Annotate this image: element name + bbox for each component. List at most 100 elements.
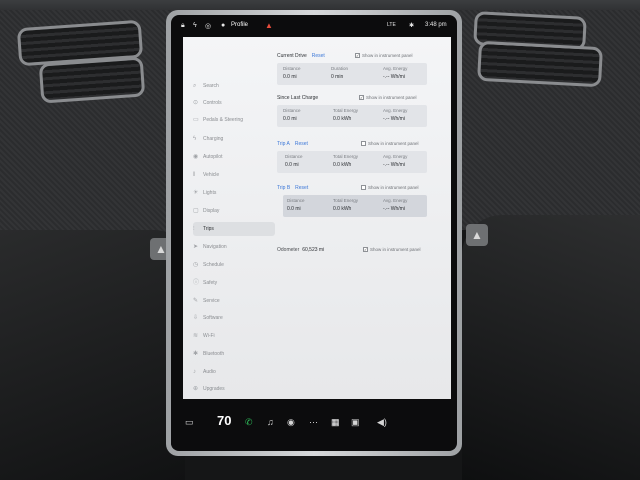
trips-content: Current Drive Reset ✓ Show in instrument p… <box>277 37 449 397</box>
volume-icon[interactable]: ◀) <box>377 417 387 428</box>
trip-a-total-energy: Total Energy 0.0 kWh <box>333 154 359 168</box>
steering-wheel-icon: ◉ <box>193 154 199 160</box>
sidebar-item-controls[interactable]: ⊙ Controls <box>193 96 275 110</box>
triangle-icon: ▲ <box>471 228 483 242</box>
upgrades-icon: ⊕ <box>193 386 199 392</box>
trip-a-show-checkbox[interactable]: Show in instrument panel <box>361 141 419 147</box>
current-drive-header: Current Drive Reset <box>277 53 325 59</box>
since-last-charge-total-energy: Total Energy 0.0 kWh <box>333 108 359 122</box>
trip-a-avg-energy: Avg. Energy -.-- Wh/mi <box>383 154 408 168</box>
trip-b-total-energy: Total Energy 0.0 kWh <box>333 198 359 212</box>
lightning-icon: ϟ <box>193 136 197 142</box>
since-last-charge-distance: Distance 0.0 mi <box>283 108 301 122</box>
current-drive-avg-energy: Avg. Energy -.-- Wh/mi <box>383 66 408 80</box>
trip-b-show-checkbox[interactable]: Show in instrument panel <box>361 185 419 191</box>
calendar-icon[interactable]: ▦ <box>331 417 340 428</box>
sidebar-item-audio[interactable]: ♪ Audio <box>193 365 275 379</box>
seat-area-left <box>0 230 185 480</box>
current-drive-show-checkbox[interactable]: ✓ Show in instrument panel <box>355 53 413 59</box>
sidebar-item-schedule[interactable]: ◷ Schedule <box>193 258 275 272</box>
sidebar-item-wifi[interactable]: ≋ Wi-Fi <box>193 329 275 343</box>
trip-b-reset-button[interactable]: Reset <box>295 185 308 191</box>
display-icon: ▢ <box>193 208 199 214</box>
screen-bezel: 🔒︎ ϟ ◎ ● Profile ▲ LTE ✱ 3:48 pm ⌕ Search… <box>166 10 462 456</box>
lightning-icon: ϟ <box>193 22 197 29</box>
trip-b-avg-energy: Avg. Energy -.-- Wh/mi <box>383 198 408 212</box>
clock-time: 3:48 pm <box>425 22 447 28</box>
checkbox-checked: ✓ <box>363 247 368 253</box>
vehicle-icon: ‖ <box>193 172 196 178</box>
checkbox-checked: ✓ <box>359 95 364 101</box>
sidebar-item-navigation[interactable]: ➤ Navigation <box>193 240 275 254</box>
apps-icon[interactable]: ▣ <box>351 417 360 428</box>
bluetooth-icon: ✱ <box>193 351 199 357</box>
checkbox-checked: ✓ <box>355 53 360 59</box>
car-icon: ▭ <box>193 117 199 123</box>
search-icon: ⌕ <box>193 83 197 89</box>
media-icon[interactable]: ◉ <box>287 417 295 428</box>
sidebar-item-software[interactable]: ⇩ Software <box>193 311 275 325</box>
touchscreen: 🔒︎ ϟ ◎ ● Profile ▲ LTE ✱ 3:48 pm ⌕ Search… <box>171 15 457 451</box>
controls-icon: ⊙ <box>193 100 199 106</box>
trip-b-distance: Distance 0.0 mi <box>287 198 305 212</box>
trip-a-stats: Distance 0.0 mi Total Energy 0.0 kWh Avg. … <box>277 151 427 173</box>
sidebar-item-autopilot[interactable]: ◉ Autopilot <box>193 150 275 164</box>
odometer: Odometer 60,523 mi <box>277 247 325 253</box>
air-vent-left-lower <box>38 56 146 104</box>
checkbox-unchecked <box>361 141 366 147</box>
warning-icon[interactable]: ▲ <box>265 21 273 30</box>
light-bulb-icon: ☀ <box>193 190 199 196</box>
wrench-icon: ✎ <box>193 298 199 304</box>
audio-icon: ♪ <box>193 369 196 375</box>
trips-icon: ⫶ <box>193 226 195 232</box>
phone-icon[interactable]: ✆ <box>245 417 253 428</box>
odometer-value: 60,523 mi <box>302 247 325 253</box>
safety-icon: ⓘ <box>193 280 200 286</box>
current-drive-stats: Distance 0.0 mi Duration 0 min Avg. Energy… <box>277 63 427 85</box>
wifi-icon: ≋ <box>193 333 199 339</box>
music-icon[interactable]: ♫ <box>267 417 274 427</box>
sidebar-item-vehicle[interactable]: ‖ Vehicle <box>193 168 275 182</box>
odometer-show-checkbox[interactable]: ✓ Show in instrument panel <box>363 247 421 253</box>
since-last-charge-avg-energy: Avg. Energy -.-- Wh/mi <box>383 108 408 122</box>
more-icon[interactable]: ⋯ <box>309 417 318 428</box>
clock-icon: ◷ <box>193 262 199 268</box>
trip-a-header: Trip A Reset <box>277 141 308 147</box>
tpms-icon: ◎ <box>205 23 212 30</box>
trip-a-reset-button[interactable]: Reset <box>295 141 308 147</box>
trip-b-stats: Distance 0.0 mi Total Energy 0.0 kWh Avg. … <box>283 195 427 217</box>
profile-button[interactable]: Profile <box>231 22 248 28</box>
sidebar-item-display[interactable]: ▢ Display <box>193 204 275 218</box>
download-icon: ⇩ <box>193 315 199 321</box>
person-icon: ● <box>221 22 226 29</box>
sidebar-item-search[interactable]: ⌕ Search <box>193 79 275 93</box>
sidebar-item-upgrades[interactable]: ⊕ Upgrades <box>193 382 275 396</box>
lock-icon[interactable]: 🔒︎ <box>181 22 185 30</box>
car-icon[interactable]: ▭ <box>185 417 194 428</box>
since-last-charge-stats: Distance 0.0 mi Total Energy 0.0 kWh Avg. … <box>277 105 427 127</box>
temperature-control[interactable]: 70 <box>217 413 231 428</box>
air-vent-right-lower <box>477 40 603 88</box>
current-drive-distance: Distance 0.0 mi <box>283 66 301 80</box>
checkbox-unchecked <box>361 185 366 191</box>
navigation-icon: ➤ <box>193 244 199 250</box>
settings-panel: ⌕ Search ⊙ Controls ▭ Pedals & Steering ϟ Ch… <box>183 37 451 399</box>
status-bar: 🔒︎ ϟ ◎ ● Profile ▲ LTE ✱ 3:48 pm <box>177 19 453 35</box>
sidebar-item-safety[interactable]: ⓘ Safety <box>193 276 275 290</box>
sidebar-item-bluetooth[interactable]: ✱ Bluetooth <box>193 347 275 361</box>
trip-b-header: Trip B Reset <box>277 185 309 191</box>
bottom-dock: ▭ 70 ✆ ♫ ◉ ⋯ ▦ ▣ ◀) <box>171 401 455 449</box>
since-last-charge-show-checkbox[interactable]: ✓ Show in instrument panel <box>359 95 417 101</box>
sidebar-item-lights[interactable]: ☀ Lights <box>193 186 275 200</box>
current-drive-duration: Duration 0 min <box>331 66 349 80</box>
sidebar-item-service[interactable]: ✎ Service <box>193 294 275 308</box>
sidebar-item-trips[interactable]: ⫶ Trips <box>193 222 275 236</box>
current-drive-reset-button[interactable]: Reset <box>312 53 325 59</box>
sidebar-item-charging[interactable]: ϟ Charging <box>193 132 275 146</box>
seat-area-right <box>462 215 640 480</box>
bluetooth-icon: ✱ <box>409 23 415 29</box>
since-last-charge-header: Since Last Charge <box>277 95 319 101</box>
sidebar-item-pedals-steering[interactable]: ▭ Pedals & Steering <box>193 113 275 127</box>
lte-label: LTE <box>387 22 396 28</box>
hazard-button-right[interactable]: ▲ <box>466 224 488 246</box>
